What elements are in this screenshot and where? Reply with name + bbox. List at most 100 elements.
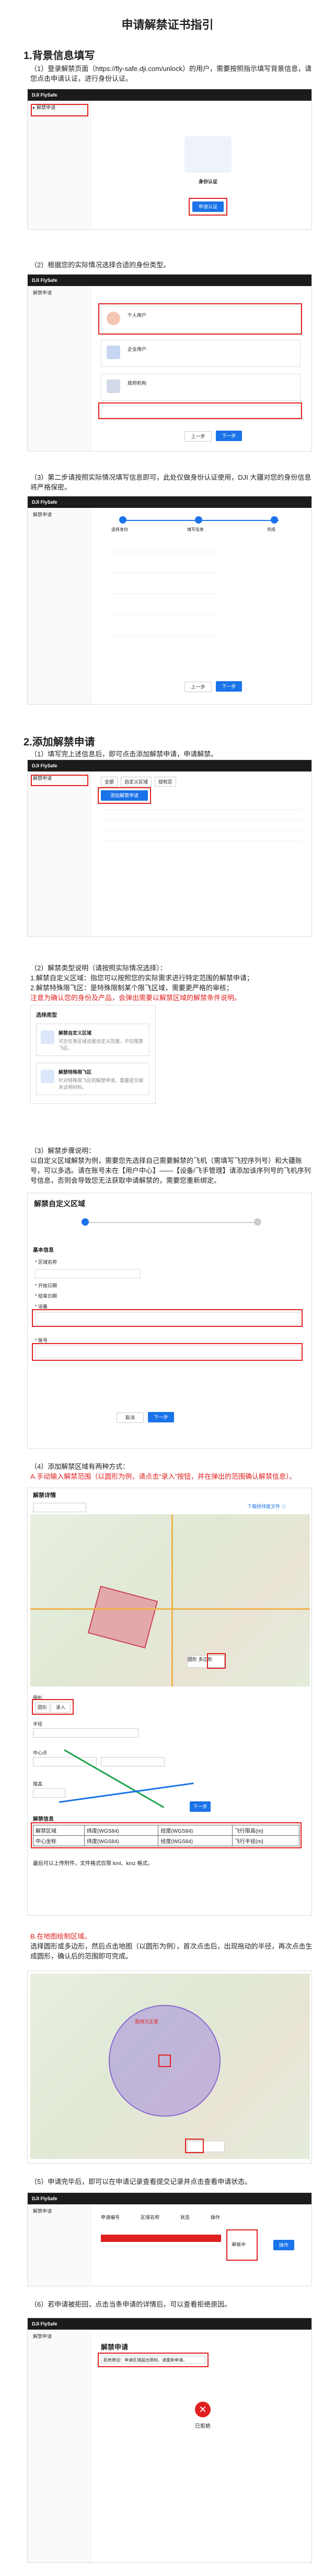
step-label: 完成 (267, 527, 275, 532)
restricted-zone-icon (41, 1070, 54, 1083)
center-label: 中心点 (33, 1750, 48, 1755)
next-button[interactable]: 下一步 (216, 431, 242, 441)
cancel-button[interactable]: 取消 (117, 1412, 144, 1423)
highlight-box (31, 775, 88, 786)
form-field[interactable] (111, 606, 216, 615)
page-title: 申请解禁证书指引 (121, 18, 214, 31)
type-option-government[interactable]: 政府机构 (101, 374, 301, 401)
screenshot-choose-type: 选择类型 解禁自定义区域 可在任意区域设置自定义范围，不仅限禁飞区。 解禁特殊限… (30, 1005, 156, 1104)
building-icon (107, 346, 120, 359)
draw-note: 最后可以上传附件，文件格式仅限 kml、kmz 格式。 (33, 1861, 153, 1867)
text-line: （2）解禁类型说明（请按照实际情况选择）： (30, 964, 167, 972)
tab-authorized[interactable]: 授权区 (155, 777, 177, 787)
screenshot-records: DJI FlySafe 解禁申请 申请编号 区域名称 状态 操作 审核中 操作 (27, 2192, 312, 2286)
highlight-box (98, 402, 302, 419)
area-name-input[interactable] (35, 1269, 141, 1278)
road-line (171, 1514, 173, 1687)
step-dot (82, 1218, 89, 1226)
form-field[interactable] (111, 627, 216, 636)
sidebar-item[interactable]: 解禁申请 (28, 2330, 90, 2343)
height-input[interactable] (33, 1788, 65, 1798)
top-bar: DJI FlySafe (28, 2193, 311, 2204)
step-dot (254, 1218, 261, 1226)
highlight-box (32, 1343, 303, 1361)
option-label: 企业用户 (128, 347, 147, 352)
choice-option-custom[interactable]: 解禁自定义区域 可在任意区域设置自定义范围，不仅限禁飞区。 (36, 1024, 149, 1056)
section2-step1-text: （1）填写完上述信息后，即可点击添加解禁申请，申请解禁。 (30, 750, 218, 758)
map-region-label: 我用方正里 (135, 2019, 159, 2024)
section2-heading: 2.添加解禁申请 (24, 737, 95, 748)
text-line: 注意为确认您的身份及产品，会弹出需要以解禁区域的解禁条件说明。 (30, 994, 241, 1002)
height-label: 限高 (33, 1782, 43, 1787)
brand-logo: DJI FlySafe (32, 2196, 57, 2201)
record-header: 申请编号 区域名称 状态 操作 (101, 2214, 220, 2221)
highlight-box (31, 104, 88, 116)
highlight-box (98, 787, 151, 804)
brand-logo: DJI FlySafe (32, 500, 57, 505)
top-bar: DJI FlySafe (28, 760, 311, 771)
radius-input[interactable] (33, 1728, 138, 1738)
radius-label: 半径 (33, 1722, 43, 1727)
brand-logo: DJI FlySafe (32, 763, 57, 768)
next-button[interactable]: 下一步 (190, 1801, 211, 1812)
section2-step4-text: （4）添加解禁区域有两种方式： A.手动输入解禁范围（以圆形为例，请点击“录入”… (30, 1462, 315, 1481)
text-line: A.手动输入解禁范围（以圆形为例，请点击“录入”按钮，并在弹出的范围确认解禁信息… (30, 1473, 296, 1480)
column-header: 区域名称 (141, 2215, 160, 2220)
polygon-hint[interactable]: 下载经纬度文件 ⓘ (247, 1503, 286, 1510)
map-area[interactable]: 我用方正里 (30, 1974, 310, 2159)
prev-button[interactable]: 上一步 (184, 682, 212, 692)
sidebar: 解禁申请 (28, 286, 91, 451)
record-row-highlight (101, 2235, 221, 2242)
sidebar: 解禁申请 (28, 508, 91, 704)
screenshot-apply-auth: DJI FlySafe ▸ 解禁申请 身份认证 申请认证 (27, 89, 312, 230)
sidebar-item[interactable]: 解禁申请 (28, 508, 90, 521)
text-line: 以自定义区域解禁为例，需要您先选择自己需要解禁的飞机（需填写飞控序列号）和大疆账… (30, 1157, 311, 1184)
choice-option-special[interactable]: 解禁特殊限飞区 针对特殊限飞区的解禁申请，需要提交相关证明材料。 (36, 1063, 149, 1095)
tab-bar: 全部 自定义区域 授权区 (101, 777, 177, 787)
form-field[interactable] (111, 585, 216, 594)
highlight-box (98, 2353, 209, 2367)
field-label: * 开始日期 (35, 1283, 57, 1288)
text-line: 2.解禁特殊限飞区：是特殊限制某个限飞区域，需要更严格的审核； (30, 984, 233, 992)
field-label: * 区域名称 (35, 1260, 57, 1265)
sidebar-item[interactable]: 解禁申请 (28, 286, 90, 299)
highlight-box (31, 1822, 302, 1848)
next-button[interactable]: 下一步 (216, 681, 242, 692)
illustration-icon (184, 136, 232, 173)
shape-circle-option[interactable]: 圆形 (188, 1657, 197, 1662)
text-line: 1.解禁自定义区域：指您可以按照您的实际需求进行特定范围的解禁申请； (30, 974, 253, 982)
section2-step3-text: （3）解禁步骤说明： 以自定义区域解禁为例，需要您先选择自己需要解禁的飞机（需填… (30, 1146, 315, 1185)
center-lng-input[interactable] (101, 1757, 165, 1766)
next-button[interactable]: 下一步 (148, 1412, 174, 1422)
road-line (30, 1608, 310, 1610)
type-option-enterprise[interactable]: 企业用户 (101, 340, 301, 367)
area-icon (41, 1030, 54, 1044)
section2-step2-text: （2）解禁类型说明（请按照实际情况选择）： 1.解禁自定义区域：指您可以按照您的… (30, 963, 315, 1003)
form-field[interactable] (111, 564, 216, 573)
option-label: 政府机构 (128, 381, 147, 386)
form-field[interactable] (111, 543, 216, 552)
section1-step2-text: （2）根据您的实际情况选择合适的身份类型。 (30, 261, 170, 269)
table-title: 解禁信息 (33, 1817, 54, 1822)
sidebar: 解禁申请 (28, 771, 91, 936)
tab-custom[interactable]: 自定义区域 (121, 777, 152, 787)
section2-step4b-text: B.在地图绘制区域。 选择圆形或多边形，然后点击地图（以圆形为例），首次点击后，… (30, 1931, 315, 1961)
tab-all[interactable]: 全部 (101, 777, 118, 787)
choice-title: 选择类型 (36, 1013, 57, 1018)
brand-logo: DJI FlySafe (32, 2321, 57, 2326)
search-input[interactable] (33, 1503, 86, 1512)
screenshot-fill-info: DJI FlySafe 解禁申请 选择身份 填写信息 完成 上一步 下一步 (27, 496, 312, 705)
screenshot-map-draw: 我用方正里 (27, 1970, 312, 2164)
rejected-label: 已拒绝 (195, 2424, 211, 2429)
divider (101, 820, 302, 821)
step-dot (271, 516, 278, 524)
screenshot-add-unlock: DJI FlySafe 解禁申请 全部 自定义区域 授权区 添加解禁申请 (27, 759, 312, 937)
record-status: 审核中 (232, 2242, 246, 2247)
top-bar: DJI FlySafe (28, 496, 311, 508)
view-detail-button[interactable]: 操作 (273, 2240, 294, 2250)
sidebar: ▸ 解禁申请 (28, 101, 91, 229)
sidebar-item[interactable]: 解禁申请 (28, 2204, 90, 2217)
prev-button[interactable]: 上一步 (184, 431, 212, 442)
map-area[interactable]: 圆形 多边形 (30, 1514, 310, 1687)
highlight-box (32, 1309, 303, 1327)
